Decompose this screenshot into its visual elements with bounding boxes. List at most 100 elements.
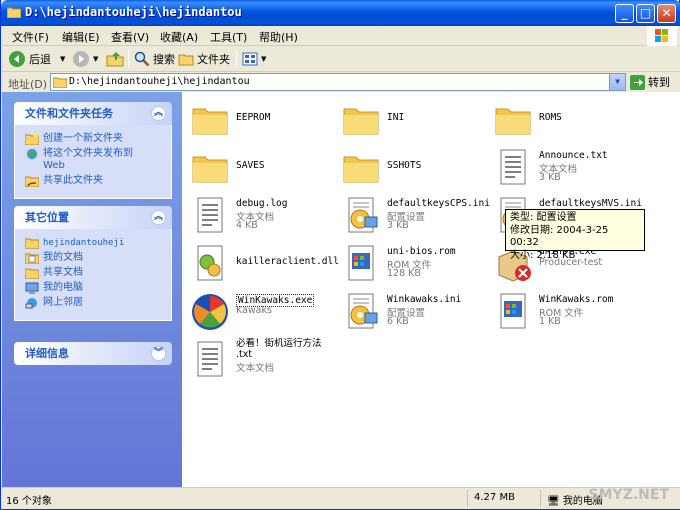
place-network[interactable]: 网上邻居 <box>25 297 163 309</box>
title-bar[interactable]: D:\hejindantouheji\hejindantou _ □ ✕ <box>1 0 680 26</box>
dll-icon <box>197 245 223 281</box>
windows-logo-icon <box>647 26 677 46</box>
forward-button[interactable]: ▼ <box>72 50 98 68</box>
place-my-documents[interactable]: 我的文档 <box>25 252 163 264</box>
file-item[interactable]: INI <box>337 96 487 142</box>
search-button[interactable]: 搜索 <box>134 50 175 68</box>
file-view[interactable]: EEPROM INI ROMS SAVES SSHOTS Announce.tx… <box>182 92 680 487</box>
shared-documents-icon <box>25 268 39 279</box>
address-value: D:\hejindantouheji\hejindantou <box>69 76 250 87</box>
file-tooltip: 类型: 配置设置 修改日期: 2004-3-25 00:32 大小: 2.18 … <box>505 209 645 261</box>
other-places-panel: 其它位置 ︽ hejindantouheji 我的文档 共享文档 我的电脑 网上… <box>14 206 172 321</box>
network-icon <box>25 298 37 309</box>
go-label: 转到 <box>648 76 670 89</box>
collapse-chevron-icon[interactable]: ︽ <box>151 210 166 225</box>
menu-tools[interactable]: 工具(T) <box>210 29 247 45</box>
details-header[interactable]: 详细信息 ︾ <box>14 342 172 365</box>
folders-icon <box>178 54 194 66</box>
file-item[interactable]: SSHOTS <box>337 144 487 190</box>
share-folder-icon <box>25 176 39 187</box>
expand-chevron-icon[interactable]: ︾ <box>151 346 166 361</box>
folders-label: 文件夹 <box>197 53 230 66</box>
address-label: 地址(D) <box>8 78 48 91</box>
file-item[interactable]: WinKawaks.rom ROM 文件 1 KB <box>489 288 639 334</box>
globe-icon <box>26 148 38 160</box>
folders-button[interactable]: 文件夹 <box>178 50 230 68</box>
file-item[interactable]: ROMS <box>489 96 639 142</box>
file-tasks-panel: 文件和文件夹任务 ︽ 创建一个新文件夹 将这个文件夹发布到 Web 共享此文件夹 <box>14 102 172 199</box>
rom-file-icon <box>500 293 526 329</box>
computer-icon <box>25 282 39 294</box>
up-folder-icon <box>106 52 124 67</box>
menu-view[interactable]: 查看(V) <box>111 29 149 45</box>
file-item[interactable]: EEPROM <box>186 96 336 142</box>
status-separator <box>467 490 468 507</box>
file-item[interactable]: WinKawaks.exe Kawaks <box>186 288 336 334</box>
chevron-down-icon[interactable]: ▼ <box>93 55 98 63</box>
file-item[interactable]: uni-bios.rom ROM 文件 128 KB <box>337 240 487 286</box>
address-bar: 地址(D) D:\hejindantouheji\hejindantou ▼ 转… <box>2 72 680 92</box>
minimize-button[interactable]: _ <box>615 4 634 23</box>
task-publish-web[interactable]: 将这个文件夹发布到 Web <box>25 148 163 172</box>
chevron-down-icon[interactable]: ▼ <box>60 55 65 63</box>
other-places-header[interactable]: 其它位置 ︽ <box>14 206 172 229</box>
toolbar: 后退 ▼ ▼ 搜索 文件夹 ▼ <box>2 46 680 72</box>
file-tasks-title: 文件和文件夹任务 <box>25 107 113 120</box>
file-item[interactable]: Winkawaks.ini 配置设置 6 KB <box>337 288 487 334</box>
file-item[interactable]: debug.log 文本文档 4 KB <box>186 192 336 238</box>
folder-icon <box>192 108 228 135</box>
menu-bar: 文件(F) 编辑(E) 查看(V) 收藏(A) 工具(T) 帮助(H) <box>2 26 680 46</box>
config-settings-icon <box>348 293 378 329</box>
explorer-window: D:\hejindantouheji\hejindantou _ □ ✕ 文件(… <box>0 0 680 510</box>
place-my-computer[interactable]: 我的电脑 <box>25 282 163 294</box>
search-icon <box>134 51 150 67</box>
chevron-down-icon[interactable]: ▼ <box>261 55 266 63</box>
file-item[interactable]: SAVES <box>186 144 336 190</box>
watermark-logo: SMYZ.NET <box>588 487 669 503</box>
file-item[interactable]: 必看！街机运行方法 .txt 文本文档 <box>186 336 336 382</box>
my-documents-icon <box>25 253 39 264</box>
menu-file[interactable]: 文件(F) <box>12 29 49 45</box>
text-document-icon <box>197 197 223 233</box>
menu-help[interactable]: 帮助(H) <box>259 29 298 45</box>
go-button[interactable]: 转到 <box>630 74 670 90</box>
collapse-chevron-icon[interactable]: ︽ <box>151 106 166 121</box>
up-folder-button[interactable] <box>106 50 124 68</box>
details-title: 详细信息 <box>25 347 69 360</box>
folder-icon <box>192 156 228 183</box>
file-item[interactable]: kailleraclient.dll <box>186 240 339 286</box>
other-places-body: hejindantouheji 我的文档 共享文档 我的电脑 网上邻居 <box>14 229 172 321</box>
rom-file-icon <box>348 245 374 281</box>
menu-favorites[interactable]: 收藏(A) <box>160 29 198 45</box>
tooltip-type: 类型: 配置设置 <box>510 212 577 223</box>
folder-icon <box>343 108 379 135</box>
address-input[interactable]: D:\hejindantouheji\hejindantou ▼ <box>50 73 626 91</box>
new-folder-icon <box>25 133 39 145</box>
status-separator <box>540 490 541 507</box>
window-title: D:\hejindantouheji\hejindantou <box>25 5 242 19</box>
task-new-folder[interactable]: 创建一个新文件夹 <box>25 133 163 145</box>
file-item[interactable]: Announce.txt 文本文档 3 KB <box>489 144 639 190</box>
file-item[interactable]: defaultkeysCPS.ini 配置设置 3 KB <box>337 192 490 238</box>
folder-icon <box>495 108 531 135</box>
back-button[interactable]: 后退 ▼ <box>8 50 65 68</box>
maximize-button[interactable]: □ <box>636 4 655 23</box>
close-button[interactable]: ✕ <box>657 4 676 23</box>
computer-icon: 🖥 <box>547 496 560 507</box>
text-document-icon <box>197 341 223 377</box>
folder-icon <box>343 156 379 183</box>
views-button[interactable]: ▼ <box>242 50 266 68</box>
search-label: 搜索 <box>153 53 175 66</box>
menu-edit[interactable]: 编辑(E) <box>62 29 100 45</box>
task-pane: 文件和文件夹任务 ︽ 创建一个新文件夹 将这个文件夹发布到 Web 共享此文件夹 <box>2 92 182 487</box>
file-tasks-header[interactable]: 文件和文件夹任务 ︽ <box>14 102 172 125</box>
file-tasks-body: 创建一个新文件夹 将这个文件夹发布到 Web 共享此文件夹 <box>14 125 172 199</box>
task-share-folder[interactable]: 共享此文件夹 <box>25 175 163 187</box>
place-hejindantouheji[interactable]: hejindantouheji <box>25 237 163 249</box>
winkawaks-app-icon <box>192 294 228 330</box>
status-bar: 16 个对象 4.27 MB 🖥 我的电脑 <box>2 487 680 509</box>
back-label: 后退 <box>29 53 51 66</box>
place-shared-documents[interactable]: 共享文档 <box>25 267 163 279</box>
address-dropdown-button[interactable]: ▼ <box>609 74 625 90</box>
folder-icon <box>53 77 67 88</box>
